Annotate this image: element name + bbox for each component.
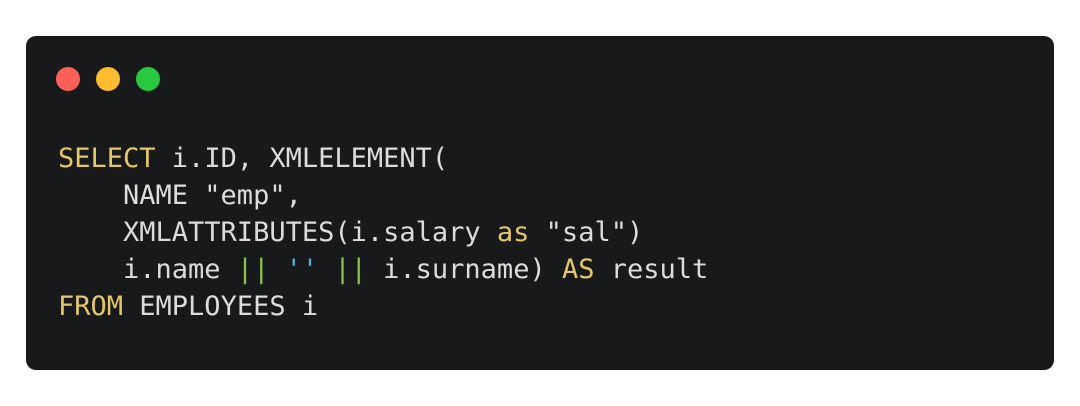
code-line: NAME "emp", <box>58 177 708 214</box>
code-token-text: NAME "emp", <box>58 180 302 211</box>
code-line: i.name || '' || i.surname) AS result <box>58 251 708 288</box>
code-token-keyword: FROM <box>58 291 124 322</box>
close-dot-icon[interactable] <box>56 67 80 91</box>
code-token-text: "sal") <box>529 217 644 248</box>
code-token-operator: || <box>334 254 367 285</box>
code-token-string-literal: '' <box>285 254 319 285</box>
code-token-text: XMLATTRIBUTES(i.salary <box>58 217 497 248</box>
code-token-text: result <box>594 254 709 285</box>
code-token-text: i.name <box>58 254 237 285</box>
code-token-text: i.ID, XMLELEMENT( <box>155 143 449 174</box>
zoom-dot-icon[interactable] <box>136 67 160 91</box>
code-token-keyword: as <box>496 217 530 248</box>
code-token-text: i.surname) <box>366 254 562 285</box>
code-token-keyword: SELECT <box>58 143 156 174</box>
code-token-text: EMPLOYEES i <box>123 291 319 322</box>
code-line: FROM EMPLOYEES i <box>58 288 708 325</box>
minimize-dot-icon[interactable] <box>96 67 120 91</box>
code-token-keyword: AS <box>561 254 595 285</box>
code-token-operator: || <box>236 254 270 285</box>
code-block: SELECT i.ID, XMLELEMENT( NAME "emp", XML… <box>58 140 708 325</box>
code-line: XMLATTRIBUTES(i.salary as "sal") <box>58 214 708 251</box>
code-line: SELECT i.ID, XMLELEMENT( <box>58 140 708 177</box>
code-window: SELECT i.ID, XMLELEMENT( NAME "emp", XML… <box>26 36 1054 370</box>
